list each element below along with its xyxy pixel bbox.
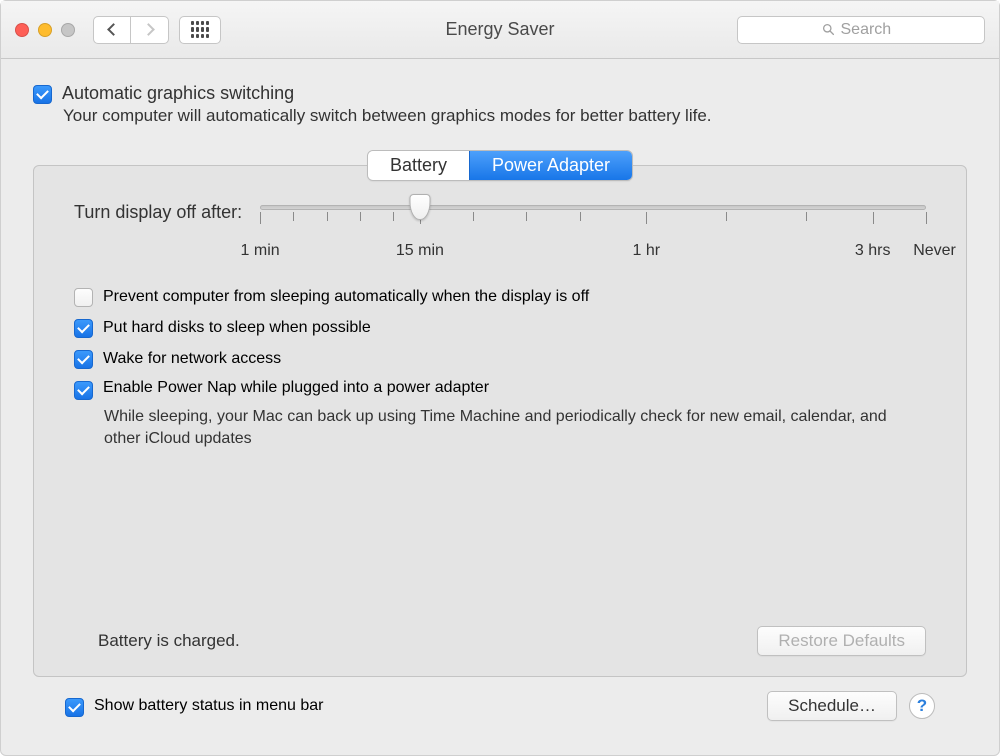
slider-track	[260, 205, 926, 210]
prevent-sleep-row: Prevent computer from sleeping automatic…	[74, 286, 926, 307]
wake-network-row: Wake for network access	[74, 348, 926, 369]
hard-disks-checkbox[interactable]	[74, 319, 93, 338]
auto-graphics-row: Automatic graphics switching	[33, 83, 967, 104]
grid-icon	[191, 21, 209, 39]
tick-15min: 15 min	[396, 242, 444, 260]
prefs-window: Energy Saver Automatic graphics switchin…	[0, 0, 1000, 756]
search-field[interactable]	[737, 16, 985, 44]
close-window-button[interactable]	[15, 23, 29, 37]
zoom-window-button[interactable]	[61, 23, 75, 37]
search-input[interactable]	[841, 21, 901, 39]
tick-3hrs: 3 hrs	[855, 242, 891, 260]
nav-back-forward	[93, 16, 169, 44]
options-list: Prevent computer from sleeping automatic…	[74, 286, 926, 449]
power-nap-label: Enable Power Nap while plugged into a po…	[103, 379, 489, 397]
auto-graphics-checkbox[interactable]	[33, 85, 52, 104]
restore-defaults-button[interactable]: Restore Defaults	[757, 626, 926, 656]
power-nap-row: Enable Power Nap while plugged into a po…	[74, 379, 926, 400]
display-sleep-slider[interactable]: 1 min 15 min 1 hr 3 hrs Never	[260, 205, 926, 264]
slider-ticks	[260, 212, 926, 236]
chevron-left-icon	[107, 23, 120, 36]
help-button[interactable]: ?	[909, 693, 935, 719]
auto-graphics-desc: Your computer will automatically switch …	[63, 106, 967, 126]
settings-panel: Turn display off after:	[33, 165, 967, 677]
forward-button[interactable]	[131, 16, 169, 44]
show-menu-bar-row: Show battery status in menu bar	[65, 696, 323, 717]
hard-disks-label: Put hard disks to sleep when possible	[103, 319, 371, 337]
auto-graphics-label: Automatic graphics switching	[62, 83, 294, 104]
power-nap-desc: While sleeping, your Mac can back up usi…	[104, 406, 926, 449]
help-icon: ?	[917, 696, 927, 716]
battery-status: Battery is charged.	[98, 631, 240, 651]
bottom-bar: Show battery status in menu bar Schedule…	[33, 677, 967, 737]
slider-tick-labels: 1 min 15 min 1 hr 3 hrs Never	[260, 242, 926, 264]
toolbar: Energy Saver	[1, 1, 999, 59]
power-source-tabs: Battery Power Adapter	[367, 150, 633, 181]
schedule-button[interactable]: Schedule…	[767, 691, 897, 721]
show-menu-bar-label: Show battery status in menu bar	[94, 697, 323, 715]
prevent-sleep-checkbox[interactable]	[74, 288, 93, 307]
tick-1min: 1 min	[241, 242, 280, 260]
display-sleep-row: Turn display off after:	[74, 202, 926, 264]
wake-network-label: Wake for network access	[103, 350, 281, 368]
panel-footer: Battery is charged. Restore Defaults	[74, 608, 926, 656]
tick-1hr: 1 hr	[633, 242, 661, 260]
traffic-lights	[15, 23, 75, 37]
show-menu-bar-checkbox[interactable]	[65, 698, 84, 717]
wake-network-checkbox[interactable]	[74, 350, 93, 369]
search-icon	[822, 23, 835, 36]
tick-never: Never	[913, 242, 956, 260]
prevent-sleep-label: Prevent computer from sleeping automatic…	[103, 288, 589, 306]
tab-battery[interactable]: Battery	[368, 151, 469, 180]
chevron-right-icon	[142, 23, 155, 36]
back-button[interactable]	[93, 16, 131, 44]
hard-disks-row: Put hard disks to sleep when possible	[74, 317, 926, 338]
power-nap-checkbox[interactable]	[74, 381, 93, 400]
tab-power-adapter[interactable]: Power Adapter	[469, 151, 632, 180]
content-area: Automatic graphics switching Your comput…	[1, 59, 999, 755]
show-all-button[interactable]	[179, 16, 221, 44]
minimize-window-button[interactable]	[38, 23, 52, 37]
display-sleep-label: Turn display off after:	[74, 202, 242, 223]
